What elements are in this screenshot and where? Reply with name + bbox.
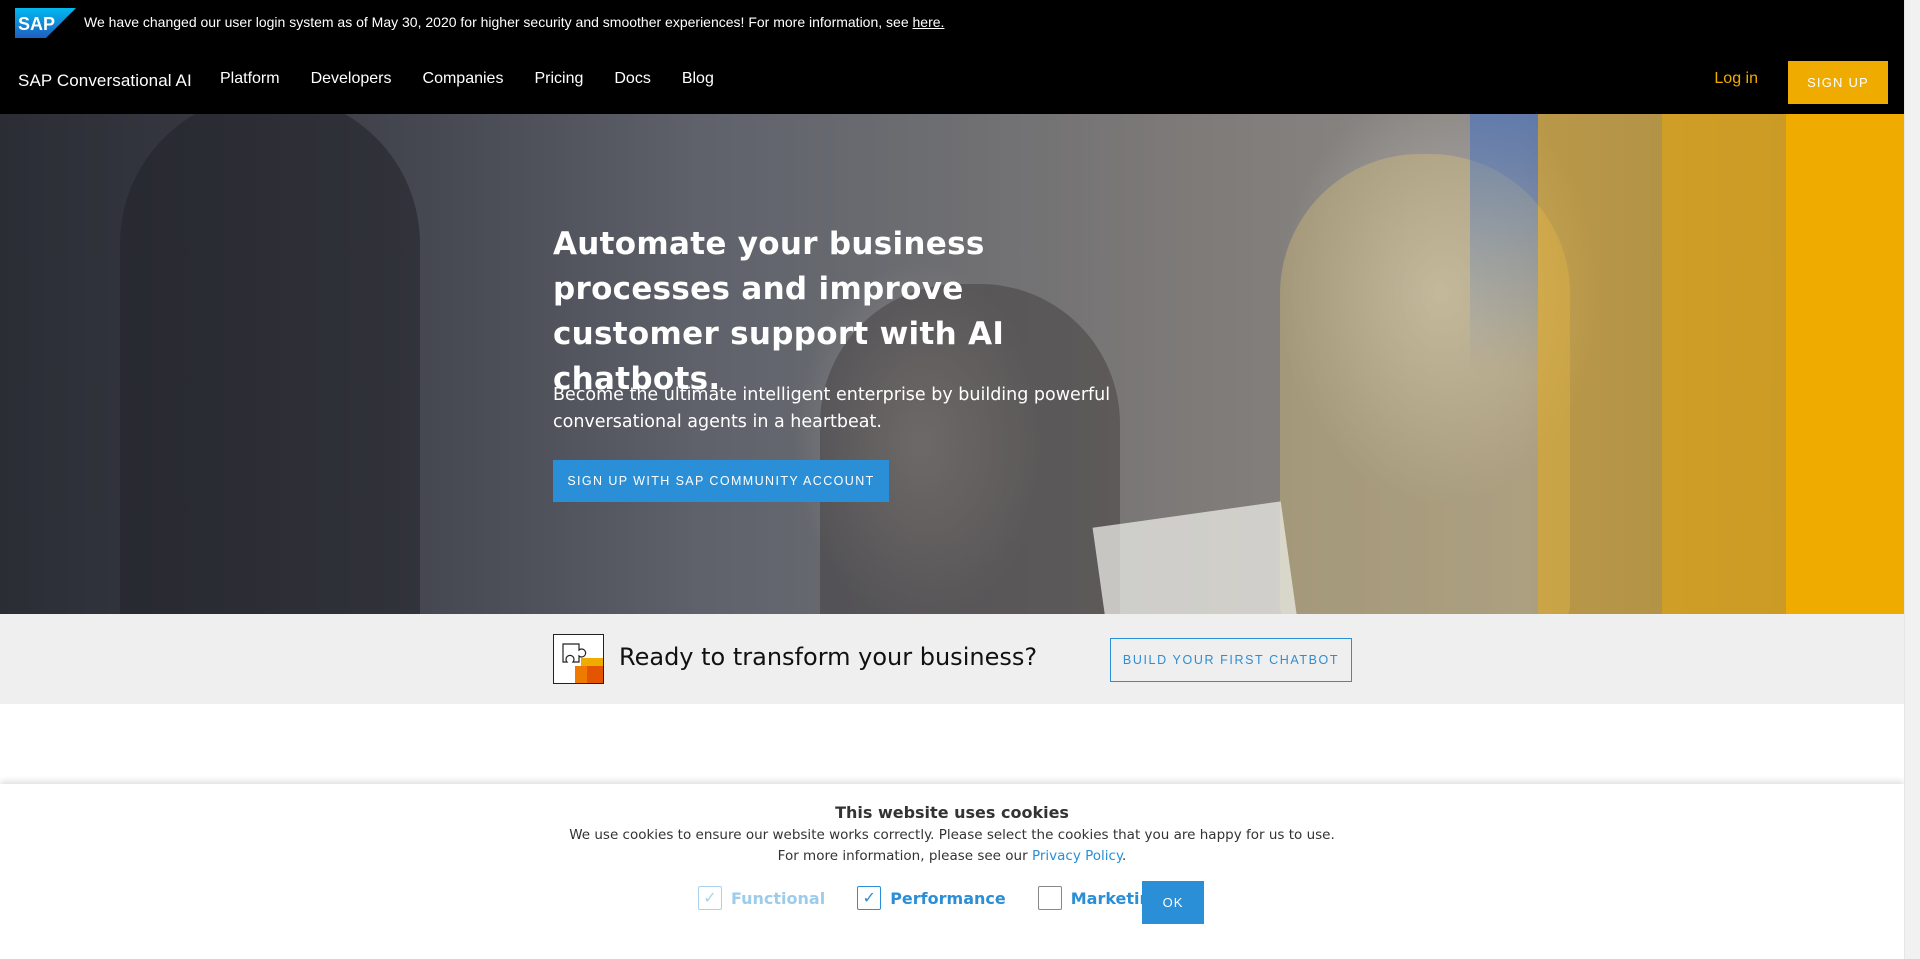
privacy-policy-link[interactable]: Privacy Policy [1032,848,1122,864]
cookie-privacy-line: For more information, please see our Pri… [0,848,1904,864]
cookie-option-functional: ✓ Functional [698,886,825,910]
nav-link-pricing[interactable]: Pricing [534,70,583,88]
hero-image-paper [1092,501,1298,616]
cookie-privacy-suffix: . [1122,848,1127,864]
brand-name[interactable]: SAP Conversational AI [18,71,192,91]
cookie-banner: This website uses cookies We use cookies… [0,784,1904,959]
cookie-ok-button[interactable]: OK [1142,881,1204,924]
hero-subtitle: Become the ultimate intelligent enterpri… [553,385,1111,432]
announcement-message: We have changed our user login system as… [84,14,913,30]
puzzle-icon [553,634,604,684]
cookie-description: We use cookies to ensure our website wor… [569,827,1335,843]
nav-link-platform[interactable]: Platform [220,70,280,88]
performance-checkbox[interactable]: ✓ [857,886,882,910]
cookie-options: ✓ Functional ✓ Performance Marketing [698,886,1194,910]
hero-yellow-stripe [1662,114,1786,616]
signup-community-button[interactable]: SIGN UP WITH SAP COMMUNITY ACCOUNT [553,460,889,502]
functional-label: Functional [731,888,826,908]
nav-link-developers[interactable]: Developers [311,70,392,88]
hero-title: Automate your business processes and imp… [553,226,1005,397]
cookie-privacy-prefix: For more information, please see our [777,848,1032,864]
cookie-option-performance[interactable]: ✓ Performance [857,886,1006,910]
nav-links: Platform Developers Companies Pricing Do… [220,70,745,88]
page: SAP We have changed our user login syste… [0,0,1920,959]
main-nav: SAP Conversational AI Platform Developer… [0,45,1904,114]
login-link[interactable]: Log in [1714,70,1758,88]
functional-checkbox: ✓ [698,886,722,910]
nav-link-docs[interactable]: Docs [614,70,650,88]
announcement-bar: SAP We have changed our user login syste… [0,0,1904,45]
vertical-scrollbar[interactable] [1904,0,1920,959]
build-chatbot-button[interactable]: BUILD YOUR FIRST CHATBOT [1110,638,1352,682]
signup-button[interactable]: SIGN UP [1788,61,1888,104]
svg-text:SAP: SAP [18,14,55,34]
marketing-checkbox[interactable] [1037,886,1062,910]
performance-label[interactable]: Performance [890,889,1006,908]
announcement-text: We have changed our user login system as… [84,14,944,30]
nav-link-companies[interactable]: Companies [423,70,504,88]
ready-heading: Ready to transform your business? [619,643,1038,671]
hero-blue-accent [1470,114,1538,374]
cookie-title: This website uses cookies [835,803,1069,822]
page-content: SAP We have changed our user login syste… [0,0,1904,959]
sap-logo-icon[interactable]: SAP [15,8,76,38]
hero-yellow-stripe [1538,114,1662,616]
announcement-here-link[interactable]: here. [913,14,945,30]
hero-yellow-stripe [1786,114,1904,616]
nav-link-blog[interactable]: Blog [682,70,714,88]
ready-band: Ready to transform your business? BUILD … [0,614,1904,704]
